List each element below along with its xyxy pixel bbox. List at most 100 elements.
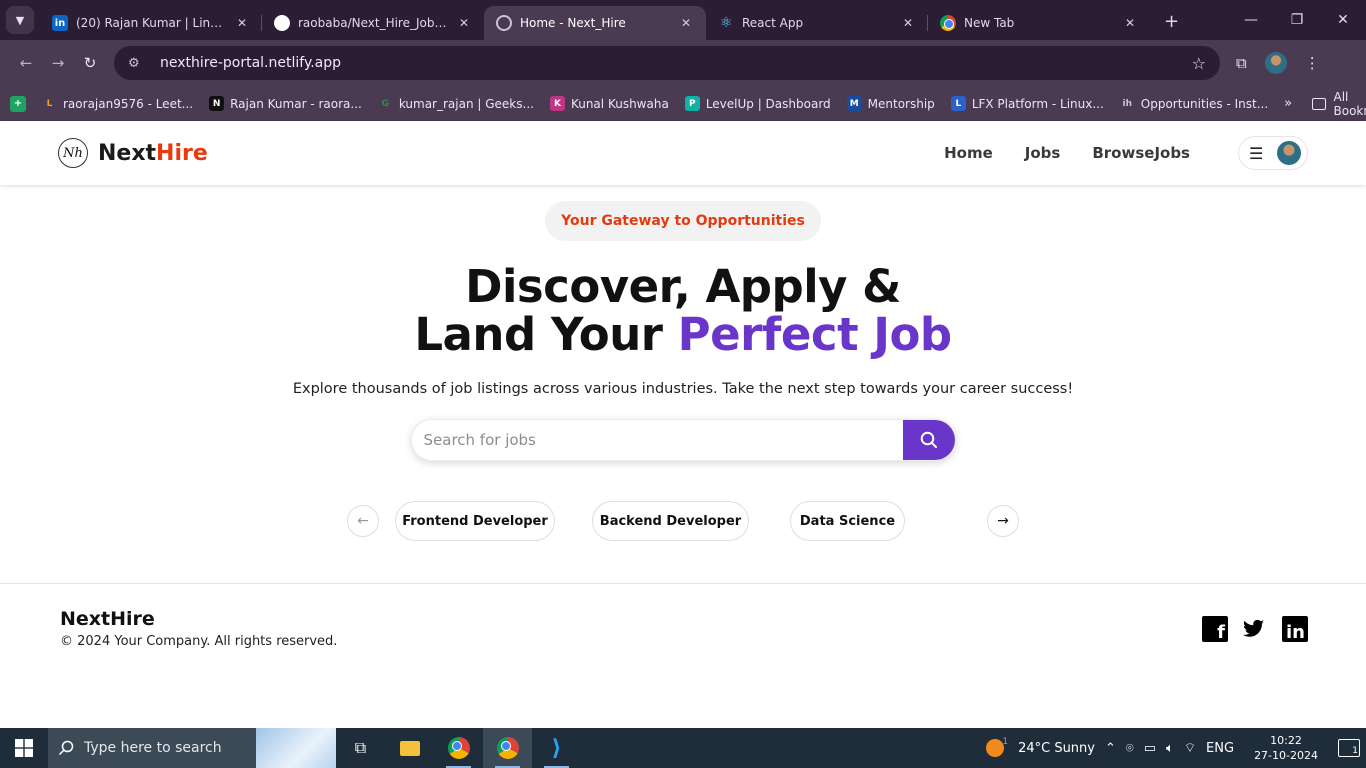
internshala-icon: ih: [1122, 98, 1133, 109]
windows-taskbar: Type here to search ⧉ ⟩ 1 24°C Sunny ⌃ ⌾…: [0, 728, 1366, 768]
chrome-icon: [496, 737, 519, 759]
tab-title: React App: [742, 16, 804, 30]
extensions-icon[interactable]: ⧉: [1236, 54, 1247, 72]
site-info-icon[interactable]: ⚙: [128, 56, 146, 71]
carousel-prev-button[interactable]: ←: [347, 505, 379, 537]
category-carousel: ← Frontend Developer Backend Developer D…: [0, 501, 1366, 541]
language-indicator[interactable]: ENG: [1206, 741, 1234, 756]
mentorship-icon: M: [846, 96, 862, 111]
nav-link-home[interactable]: Home: [944, 144, 993, 162]
category-chip-frontend[interactable]: Frontend Developer: [395, 501, 555, 541]
user-menu-button[interactable]: ☰: [1238, 136, 1308, 170]
folder-icon: [399, 740, 420, 756]
system-clock[interactable]: 10:22 27-10-2024: [1254, 733, 1318, 763]
react-icon: ⚛: [719, 15, 733, 31]
all-bookmarks-button[interactable]: All Bookmarks: [1312, 90, 1366, 118]
chrome-button[interactable]: [483, 728, 532, 768]
file-explorer-button[interactable]: [385, 728, 434, 768]
tab-title: raobaba/Next_Hire_Job_Port: [298, 16, 448, 30]
close-icon[interactable]: ✕: [900, 16, 916, 30]
twitter-icon[interactable]: [1242, 616, 1268, 642]
meet-now-icon[interactable]: ⌾: [1126, 741, 1134, 756]
url-text[interactable]: nexthire-portal.netlify.app: [160, 55, 1192, 71]
bookmark-item[interactable]: M Mentorship: [846, 96, 935, 111]
bookmark-item[interactable]: P LevelUp | Dashboard: [684, 96, 831, 111]
close-window-icon[interactable]: ✕: [1320, 12, 1366, 28]
wifi-icon[interactable]: ⌔: [1184, 740, 1196, 756]
chevron-down-icon: ▼: [15, 13, 25, 27]
restore-icon[interactable]: ❐: [1274, 12, 1320, 28]
start-button[interactable]: [0, 728, 48, 768]
more-bookmarks-icon[interactable]: »: [1284, 96, 1292, 111]
close-icon[interactable]: ✕: [456, 16, 472, 30]
facebook-icon[interactable]: f: [1202, 616, 1228, 642]
bookmark-item[interactable]: N Rajan Kumar - raora...: [209, 96, 362, 111]
close-icon[interactable]: ✕: [234, 16, 250, 30]
weather-alert-badge: 1: [1002, 737, 1009, 747]
bookmark-item[interactable]: L raorajan9576 - Leet...: [42, 96, 193, 111]
bookmark-star-icon[interactable]: ☆: [1192, 54, 1206, 73]
footer-copyright: © 2024 Your Company. All rights reserved…: [60, 634, 338, 649]
social-links: f in: [1202, 616, 1308, 642]
site-logo[interactable]: NextHire: [98, 141, 208, 166]
volume-icon[interactable]: 🔈︎: [1166, 741, 1174, 756]
battery-icon[interactable]: ▭: [1144, 741, 1156, 756]
task-view-button[interactable]: ⧉: [336, 728, 385, 768]
bookmark-item[interactable]: L LFX Platform - Linux...: [950, 96, 1104, 111]
tab-new-tab[interactable]: New Tab ✕: [928, 6, 1150, 40]
address-bar[interactable]: ⚙ nexthire-portal.netlify.app ☆: [114, 46, 1220, 80]
job-search-bar: [410, 419, 956, 461]
logo-icon[interactable]: Nh: [58, 138, 88, 168]
codechef-icon: N: [209, 96, 225, 111]
more-menu-icon[interactable]: ⋮: [1305, 54, 1320, 72]
tab-nexthire[interactable]: Home - Next_Hire ✕: [484, 6, 706, 40]
tab-react-app[interactable]: ⚛ React App ✕: [706, 6, 928, 40]
taskbar-search-box[interactable]: Type here to search: [48, 728, 336, 768]
browser-toolbar: ← → ↻ ⚙ nexthire-portal.netlify.app ☆ ⧉ …: [0, 40, 1366, 86]
category-chip-data-science[interactable]: Data Science: [790, 501, 905, 541]
back-icon[interactable]: ←: [10, 54, 42, 72]
site-footer: NextHire © 2024 Your Company. All rights…: [0, 583, 1366, 728]
notification-center-icon[interactable]: 1: [1338, 739, 1360, 757]
tab-title: New Tab: [964, 16, 1015, 30]
minimize-icon[interactable]: —: [1228, 12, 1274, 28]
tab-title: Home - Next_Hire: [520, 16, 626, 30]
nav-link-jobs[interactable]: Jobs: [1025, 144, 1061, 162]
bookmark-item[interactable]: G kumar_rajan | Geeks...: [378, 96, 534, 111]
chevron-up-icon[interactable]: ⌃: [1105, 741, 1116, 756]
close-icon[interactable]: ✕: [1122, 16, 1138, 30]
linkedin-icon: in: [52, 15, 68, 31]
vscode-button[interactable]: ⟩: [532, 728, 581, 768]
tab-search-button[interactable]: ▼: [6, 6, 34, 34]
close-icon[interactable]: ✕: [678, 16, 694, 30]
arrow-left-icon: ←: [357, 513, 369, 529]
site-navbar: Nh NextHire Home Jobs BrowseJobs ☰: [0, 121, 1366, 185]
job-search-input[interactable]: [411, 420, 903, 460]
folder-icon: [1312, 97, 1326, 110]
chrome-profile-button[interactable]: [434, 728, 483, 768]
reload-icon[interactable]: ↻: [74, 54, 106, 72]
footer-brand: NextHire: [60, 608, 155, 630]
leetcode-icon: L: [46, 98, 53, 109]
new-tab-button[interactable]: +: [1164, 11, 1179, 32]
hero-headline: Discover, Apply & Land Your Perfect Job: [414, 260, 952, 361]
category-chip-backend[interactable]: Backend Developer: [592, 501, 749, 541]
search-button[interactable]: [902, 420, 955, 460]
linkedin-icon[interactable]: in: [1282, 616, 1308, 642]
window-controls: — ❐ ✕: [1228, 0, 1366, 40]
github-icon: [274, 15, 290, 31]
lfx-icon: L: [950, 96, 966, 111]
user-avatar: [1277, 141, 1301, 165]
bookmark-item[interactable]: K Kunal Kushwaha: [549, 96, 669, 111]
tagline-badge: Your Gateway to Opportunities: [545, 201, 821, 241]
carousel-next-button[interactable]: →: [987, 505, 1019, 537]
bookmark-item[interactable]: ih Opportunities - Inst...: [1120, 96, 1269, 111]
google-sheets-icon[interactable]: +: [10, 95, 26, 112]
nav-link-browse-jobs[interactable]: BrowseJobs: [1092, 144, 1190, 162]
tab-linkedin[interactable]: in (20) Rajan Kumar | LinkedIn ✕: [40, 6, 262, 40]
profile-avatar[interactable]: [1264, 52, 1287, 74]
forward-icon[interactable]: →: [42, 54, 74, 72]
tab-github[interactable]: raobaba/Next_Hire_Job_Port ✕: [262, 6, 484, 40]
page-viewport: Nh NextHire Home Jobs BrowseJobs ☰ Your …: [0, 121, 1366, 728]
weather-text[interactable]: 24°C Sunny: [1018, 741, 1095, 756]
